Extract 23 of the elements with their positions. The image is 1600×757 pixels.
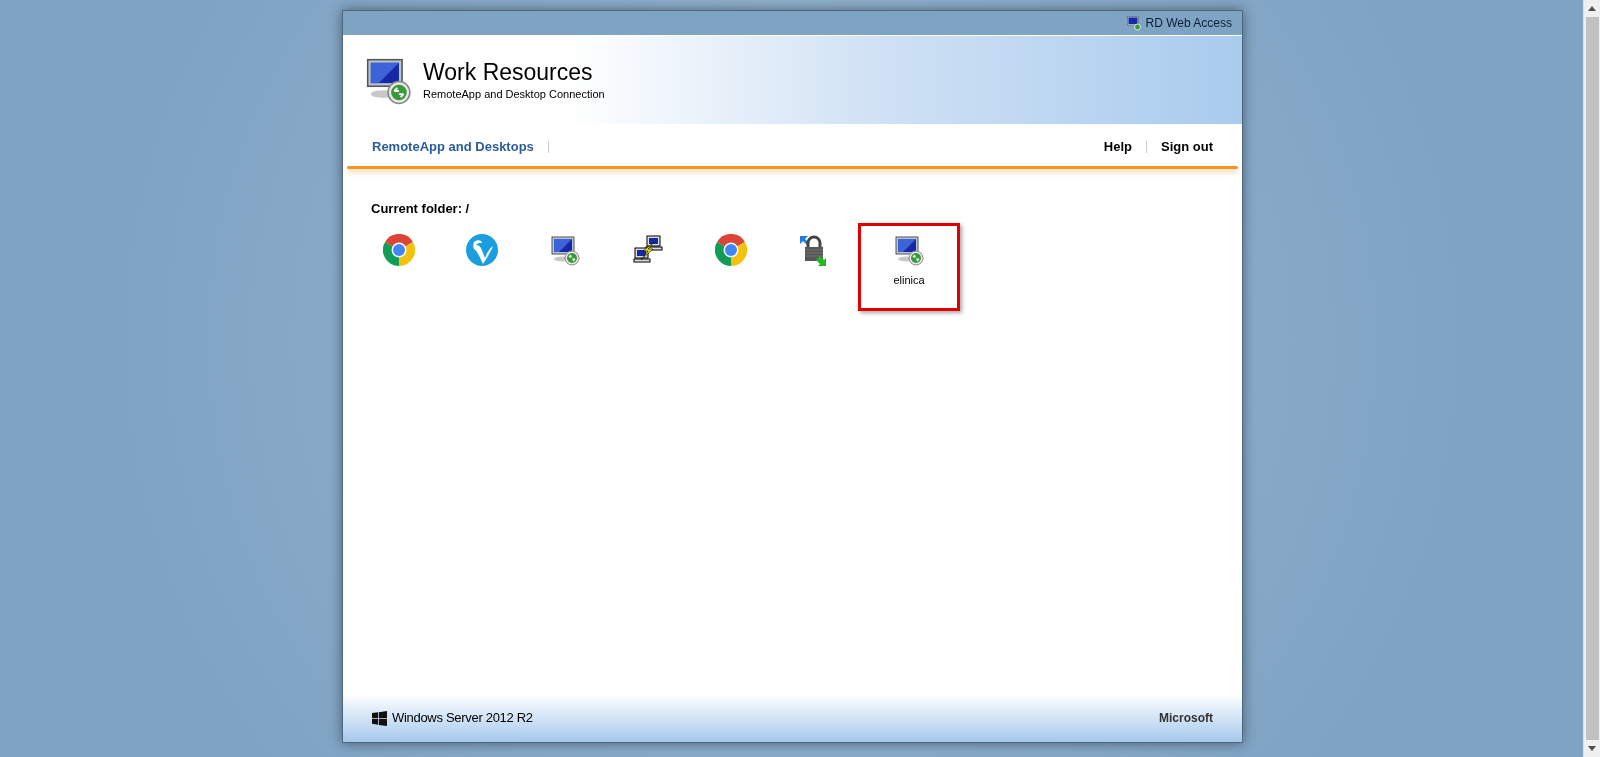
bird-app-icon <box>465 234 498 266</box>
remote-desktop-icon <box>1125 15 1142 31</box>
footer-product-name: Windows Server 2012 R2 <box>392 709 533 728</box>
scroll-down-icon[interactable] <box>1588 746 1596 751</box>
windows-logo-icon <box>372 710 387 726</box>
header-title: Work Resources <box>423 58 594 86</box>
resource-tile[interactable]: elinica <box>858 223 960 311</box>
footer-brand: Microsoft <box>1159 710 1213 727</box>
nav-tab[interactable]: RemoteApp and Desktops <box>372 137 534 157</box>
remote-desktop-icon <box>548 234 581 266</box>
top-bar-title: RD Web Access <box>1145 15 1232 32</box>
scroll-up-icon[interactable] <box>1588 6 1596 11</box>
header-subtitle: RemoteApp and Desktop Connection <box>423 87 605 102</box>
nav-link[interactable]: Help <box>1103 137 1132 157</box>
current-folder-label: Current folder: / <box>371 200 471 218</box>
scrollbar-thumb[interactable] <box>1585 17 1599 740</box>
resource-label: elinica <box>893 273 925 288</box>
nav-link[interactable]: Sign out <box>1161 137 1213 157</box>
chrome-browser-icon <box>714 234 747 266</box>
putty-terminal-icon <box>631 234 664 266</box>
remote-desktop-icon <box>893 234 925 266</box>
scrollbar[interactable] <box>1583 0 1600 757</box>
chrome-browser-icon <box>382 234 415 266</box>
